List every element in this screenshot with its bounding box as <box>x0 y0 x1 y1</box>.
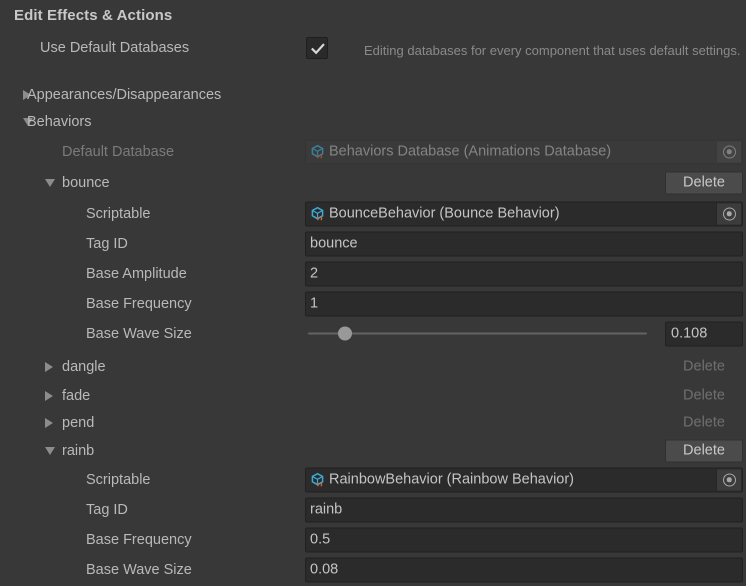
entry-name-label: pend <box>62 414 95 431</box>
field-label: Base Wave Size <box>86 561 192 578</box>
field-label: Base Frequency <box>86 295 192 312</box>
bounce-base-frequency-row: Base Frequency 1 <box>0 289 746 318</box>
use-default-databases-help: Editing databases for every component th… <box>364 43 741 58</box>
field-value: 0.108 <box>671 325 708 342</box>
entry-dangle-header[interactable]: dangle Delete <box>0 352 746 381</box>
bounce-scriptable-row: Scriptable BounceBehavior (Bounce Behavi… <box>0 199 746 228</box>
object-picker-icon[interactable] <box>716 469 741 490</box>
default-database-label: Default Database <box>62 143 175 160</box>
field-value: 1 <box>310 295 319 312</box>
base-frequency-input[interactable]: 1 <box>305 291 743 316</box>
field-value: BounceBehavior (Bounce Behavior) <box>329 205 560 222</box>
field-value: 0.5 <box>310 531 331 548</box>
delete-button[interactable]: Delete <box>665 355 743 378</box>
chevron-right-icon[interactable] <box>45 390 53 401</box>
scriptable-object-field[interactable]: BounceBehavior (Bounce Behavior) <box>305 201 743 226</box>
tag-id-input[interactable]: rainb <box>305 497 743 522</box>
entry-name-label: dangle <box>62 358 106 375</box>
rainb-base-frequency-row: Base Frequency 0.5 <box>0 525 746 554</box>
base-wave-size-input[interactable]: 0.08 <box>305 557 743 582</box>
base-wave-size-slider[interactable]: 0.108 <box>305 321 743 346</box>
use-default-databases-label: Use Default Databases <box>40 39 190 56</box>
bounce-tag-id-row: Tag ID bounce <box>0 229 746 258</box>
chevron-down-icon[interactable] <box>45 178 55 187</box>
entry-pend-header[interactable]: pend Delete <box>0 408 746 437</box>
rainb-base-wave-size-row: Base Wave Size 0.08 <box>0 555 746 584</box>
slider-track[interactable] <box>308 326 647 341</box>
scriptable-object-field[interactable]: RainbowBehavior (Rainbow Behavior) <box>305 467 743 492</box>
field-value: RainbowBehavior (Rainbow Behavior) <box>329 471 575 488</box>
field-label: Tag ID <box>86 501 128 518</box>
tag-id-input[interactable]: bounce <box>305 231 743 256</box>
delete-button[interactable]: Delete <box>665 384 743 407</box>
slider-handle[interactable] <box>338 326 353 341</box>
field-label: Scriptable <box>86 471 151 488</box>
field-label: Tag ID <box>86 235 128 252</box>
page-title: Edit Effects & Actions <box>14 7 173 24</box>
chevron-right-icon[interactable] <box>45 361 53 372</box>
scriptable-object-icon <box>309 205 326 222</box>
rainb-scriptable-row: Scriptable RainbowBehavior (Rainbow Beha… <box>0 465 746 494</box>
edit-effects-and-actions-panel: Edit Effects & Actions Use Default Datab… <box>0 0 746 586</box>
entry-bounce-header[interactable]: bounce Delete <box>0 168 746 197</box>
field-label: Base Frequency <box>86 531 192 548</box>
group-behaviors[interactable]: Behaviors <box>0 107 746 136</box>
object-picker-icon[interactable] <box>716 203 741 224</box>
default-database-object-field[interactable]: Behaviors Database (Animations Database) <box>305 139 743 164</box>
base-frequency-input[interactable]: 0.5 <box>305 527 743 552</box>
delete-button[interactable]: Delete <box>665 411 743 434</box>
field-value: 2 <box>310 265 319 282</box>
entry-fade-header[interactable]: fade Delete <box>0 381 746 410</box>
base-wave-size-input[interactable]: 0.108 <box>665 321 743 346</box>
default-database-value: Behaviors Database (Animations Database) <box>329 143 612 160</box>
bounce-base-amplitude-row: Base Amplitude 2 <box>0 259 746 288</box>
group-label: Behaviors <box>27 113 92 130</box>
default-database-row: Default Database Behaviors Database (Ani… <box>0 137 746 166</box>
chevron-down-icon[interactable] <box>45 446 55 455</box>
field-label: Base Amplitude <box>86 265 187 282</box>
base-amplitude-input[interactable]: 2 <box>305 261 743 286</box>
entry-name-label: rainb <box>62 442 95 459</box>
field-value: 0.08 <box>310 561 339 578</box>
scriptable-object-icon <box>309 143 326 160</box>
field-label: Base Wave Size <box>86 325 192 342</box>
bounce-base-wave-size-row: Base Wave Size 0.108 <box>0 319 746 348</box>
use-default-databases-checkbox[interactable] <box>306 36 328 59</box>
rainb-tag-id-row: Tag ID rainb <box>0 495 746 524</box>
delete-button[interactable]: Delete <box>665 439 743 462</box>
chevron-right-icon[interactable] <box>45 417 53 428</box>
object-picker-icon[interactable] <box>716 141 741 162</box>
scriptable-object-icon <box>309 471 326 488</box>
use-default-databases-row: Use Default Databases Editing databases … <box>0 33 746 62</box>
entry-name-label: bounce <box>62 174 110 191</box>
group-label: Appearances/Disappearances <box>27 86 222 103</box>
entry-name-label: fade <box>62 387 91 404</box>
delete-button[interactable]: Delete <box>665 171 743 194</box>
field-label: Scriptable <box>86 205 151 222</box>
entry-rainb-header[interactable]: rainb Delete <box>0 436 746 465</box>
checkmark-icon <box>311 42 325 54</box>
field-value: bounce <box>310 235 358 252</box>
group-appearances-disappearances[interactable]: Appearances/Disappearances <box>0 80 746 109</box>
field-value: rainb <box>310 501 343 518</box>
